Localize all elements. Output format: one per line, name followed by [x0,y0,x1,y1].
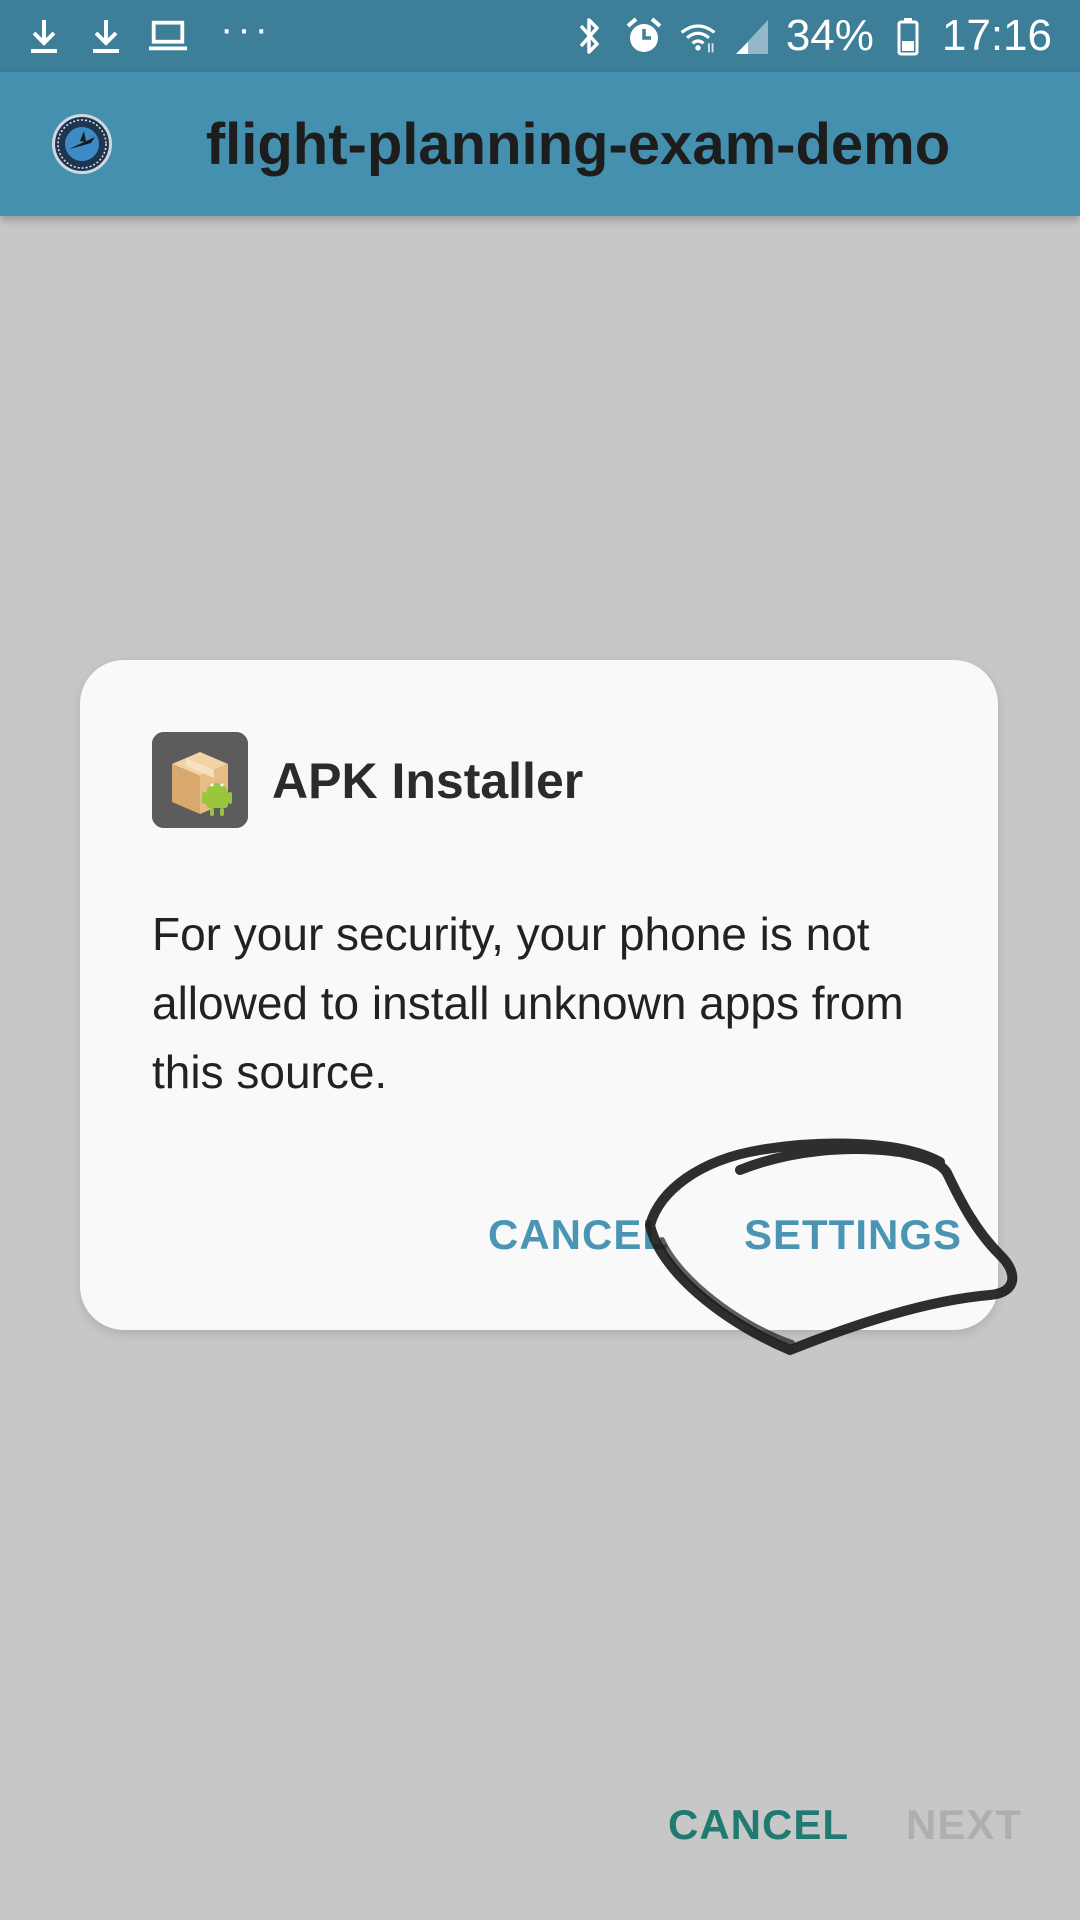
dialog-title: APK Installer [272,753,584,809]
status-bar: ··· 34% 17:16 [0,0,1080,72]
wifi-icon [678,16,718,56]
clock: 17:16 [941,11,1052,60]
college-logo-icon [52,114,112,174]
package-android-icon [152,732,248,828]
download-icon [86,16,126,56]
dialog-cancel-button[interactable]: CANCEL [488,1200,669,1270]
bottom-cancel-button[interactable]: CANCEL [668,1795,849,1855]
status-notifications: ··· [24,0,272,72]
status-system: 34% 17:16 [570,0,1052,72]
app-title: flight-planning-exam-demo [205,111,951,177]
alarm-icon [624,16,664,56]
signal-icon [732,16,772,56]
download-icon [24,16,64,56]
battery-icon [888,16,928,56]
dialog-settings-button[interactable]: SETTINGS [744,1200,962,1270]
battery-percentage: 34% [785,11,874,60]
bluetooth-icon [570,16,610,56]
app-bar: flight-planning-exam-demo [0,72,1080,216]
bottom-next-button[interactable]: NEXT [906,1795,1022,1855]
install-blocked-dialog: APK Installer For your security, your ph… [80,660,998,1330]
more-notifications-indicator: ··· [220,6,272,51]
laptop-icon [148,16,188,56]
dialog-message: For your security, your phone is not all… [152,908,904,1098]
